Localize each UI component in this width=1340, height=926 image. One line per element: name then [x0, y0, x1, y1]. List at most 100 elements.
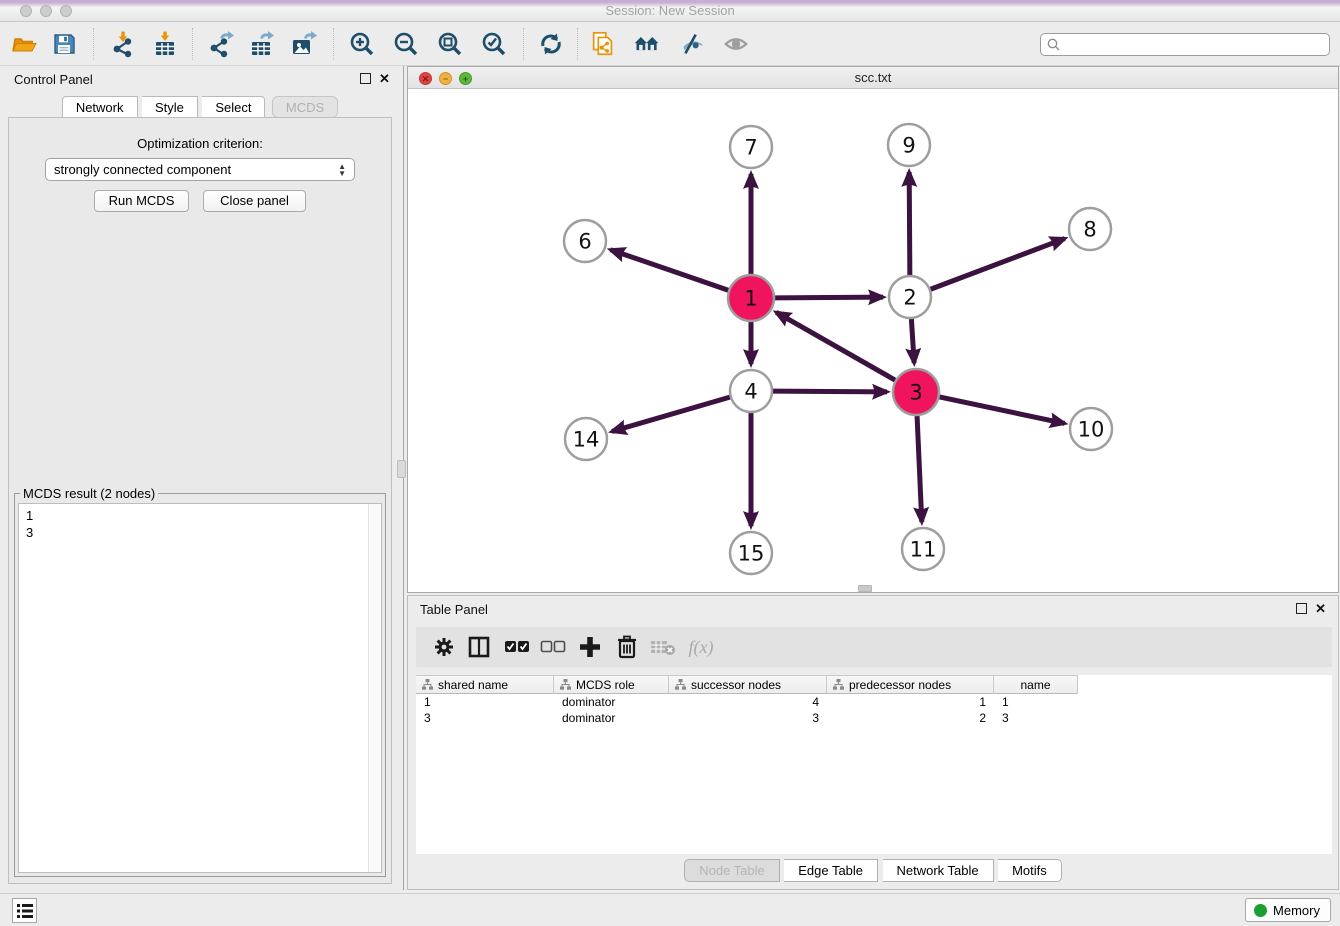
graph-edge-4-14[interactable] — [612, 397, 730, 431]
close-window-button[interactable] — [20, 5, 32, 17]
table-panel-header: Table Panel ✕ — [408, 596, 1338, 622]
export-network-icon[interactable] — [208, 30, 236, 58]
tab-network[interactable]: Network — [62, 96, 138, 118]
float-panel-icon[interactable] — [360, 73, 371, 84]
table-cell[interactable]: dominator — [554, 694, 669, 710]
zoom-selected-icon[interactable] — [480, 30, 508, 58]
graph-node-label-14: 14 — [573, 428, 600, 452]
network-close-button[interactable]: ✕ — [419, 72, 432, 85]
apply-layout-icon[interactable] — [537, 30, 565, 58]
function-builder-icon[interactable]: f(x) — [688, 634, 714, 660]
show-all-icon[interactable] — [722, 30, 750, 58]
import-network-icon[interactable] — [110, 30, 138, 58]
table-cell[interactable]: 3 — [416, 710, 554, 726]
delete-columns-icon[interactable] — [614, 634, 640, 660]
run-mcds-button[interactable]: Run MCDS — [94, 190, 189, 212]
memory-button[interactable]: Memory — [1245, 898, 1331, 922]
table-cell[interactable]: 3 — [994, 710, 1078, 726]
table-row[interactable]: 3dominator323 — [416, 710, 1332, 726]
table-body: 1dominator4113dominator323 — [416, 694, 1332, 726]
mcds-result-list[interactable]: 1 3 — [18, 503, 382, 873]
close-table-panel-icon[interactable]: ✕ — [1315, 603, 1326, 614]
main-toolbar — [0, 22, 1340, 66]
network-minimize-button[interactable]: − — [439, 72, 452, 85]
window-resize-grip[interactable] — [858, 585, 872, 592]
graph-edge-1-6[interactable] — [611, 250, 729, 290]
table-cell[interactable]: 2 — [827, 710, 994, 726]
task-history-button[interactable] — [12, 898, 37, 923]
table-cell[interactable]: 4 — [669, 694, 827, 710]
graph-edge-3-1[interactable] — [776, 312, 895, 380]
table-cell[interactable]: dominator — [554, 710, 669, 726]
divider-grip[interactable] — [397, 460, 406, 478]
criterion-dropdown[interactable]: strongly connected component ▲▼ — [45, 158, 355, 181]
network-window-title: scc.txt — [408, 67, 1338, 89]
graph-edge-3-10[interactable] — [939, 397, 1064, 423]
first-neighbors-icon[interactable] — [633, 30, 661, 58]
column-header-label: name — [1020, 678, 1050, 692]
create-column-icon[interactable] — [577, 634, 603, 660]
tab-motifs[interactable]: Motifs — [998, 859, 1062, 882]
column-header[interactable]: successor nodes — [669, 675, 827, 694]
control-panel-tabs: Network Style Select MCDS — [0, 96, 400, 118]
show-columns-icon[interactable] — [466, 634, 492, 660]
graph-edge-4-3[interactable] — [773, 391, 887, 392]
toolbar-separator — [577, 28, 578, 60]
delete-table-icon[interactable] — [650, 634, 676, 660]
graph-node-label-6: 6 — [578, 230, 591, 254]
tab-edge-table[interactable]: Edge Table — [784, 859, 878, 882]
toolbar-separator — [93, 28, 94, 60]
column-header[interactable]: predecessor nodes — [827, 675, 994, 694]
new-network-from-selection-icon[interactable] — [589, 30, 617, 58]
tab-network-table[interactable]: Network Table — [883, 859, 994, 882]
float-table-panel-icon[interactable] — [1296, 603, 1307, 614]
table-cell[interactable]: 1 — [416, 694, 554, 710]
tab-node-table[interactable]: Node Table — [684, 859, 780, 882]
network-zoom-button[interactable]: + — [459, 72, 472, 85]
column-header[interactable]: shared name — [416, 675, 554, 694]
hide-selected-icon[interactable] — [677, 30, 705, 58]
graph-node-label-8: 8 — [1083, 218, 1096, 242]
graph-edge-1-2[interactable] — [775, 297, 883, 298]
open-file-icon[interactable] — [10, 30, 38, 58]
fx-label: f(x) — [689, 637, 714, 658]
tab-mcds[interactable]: MCDS — [272, 96, 338, 118]
graph-edge-2-3[interactable] — [911, 319, 914, 363]
zoom-out-icon[interactable] — [392, 30, 420, 58]
table-cell[interactable]: 1 — [994, 694, 1078, 710]
graph-node-label-7: 7 — [744, 136, 757, 160]
tab-select[interactable]: Select — [202, 96, 265, 118]
table-toolbar: f(x) — [416, 627, 1332, 667]
table-cell[interactable]: 3 — [669, 710, 827, 726]
graph-edge-3-11[interactable] — [917, 416, 922, 522]
table-options-icon[interactable] — [431, 634, 457, 660]
network-graph[interactable]: 1234678910111415 — [408, 89, 1338, 592]
graph-edge-2-8[interactable] — [931, 239, 1065, 290]
toolbar-separator — [192, 28, 193, 60]
table-cell[interactable]: 1 — [827, 694, 994, 710]
search-input[interactable] — [1061, 36, 1329, 54]
save-session-icon[interactable] — [50, 30, 78, 58]
graph-edge-2-9[interactable] — [909, 172, 910, 275]
zoom-fit-icon[interactable] — [436, 30, 464, 58]
export-table-icon[interactable] — [248, 30, 276, 58]
search-field[interactable] — [1040, 33, 1330, 56]
close-panel-icon[interactable]: ✕ — [379, 73, 390, 84]
result-scrollbar[interactable] — [368, 504, 381, 872]
panel-divider[interactable] — [403, 66, 404, 890]
control-panel-header: Control Panel ✕ — [0, 66, 400, 92]
column-header[interactable]: name — [994, 675, 1078, 694]
table-row[interactable]: 1dominator411 — [416, 694, 1332, 710]
minimize-window-button[interactable] — [40, 5, 52, 17]
network-window-titlebar[interactable]: ✕ − + scc.txt — [408, 67, 1338, 89]
memory-label: Memory — [1273, 903, 1320, 918]
close-panel-button[interactable]: Close panel — [203, 190, 306, 212]
zoom-in-icon[interactable] — [348, 30, 376, 58]
export-image-icon[interactable] — [290, 30, 318, 58]
deselect-all-columns-icon[interactable] — [540, 634, 566, 660]
tab-style[interactable]: Style — [142, 96, 198, 118]
import-table-icon[interactable] — [152, 30, 180, 58]
select-all-columns-icon[interactable] — [504, 634, 530, 660]
maximize-window-button[interactable] — [60, 5, 72, 17]
column-header[interactable]: MCDS role — [554, 675, 669, 694]
